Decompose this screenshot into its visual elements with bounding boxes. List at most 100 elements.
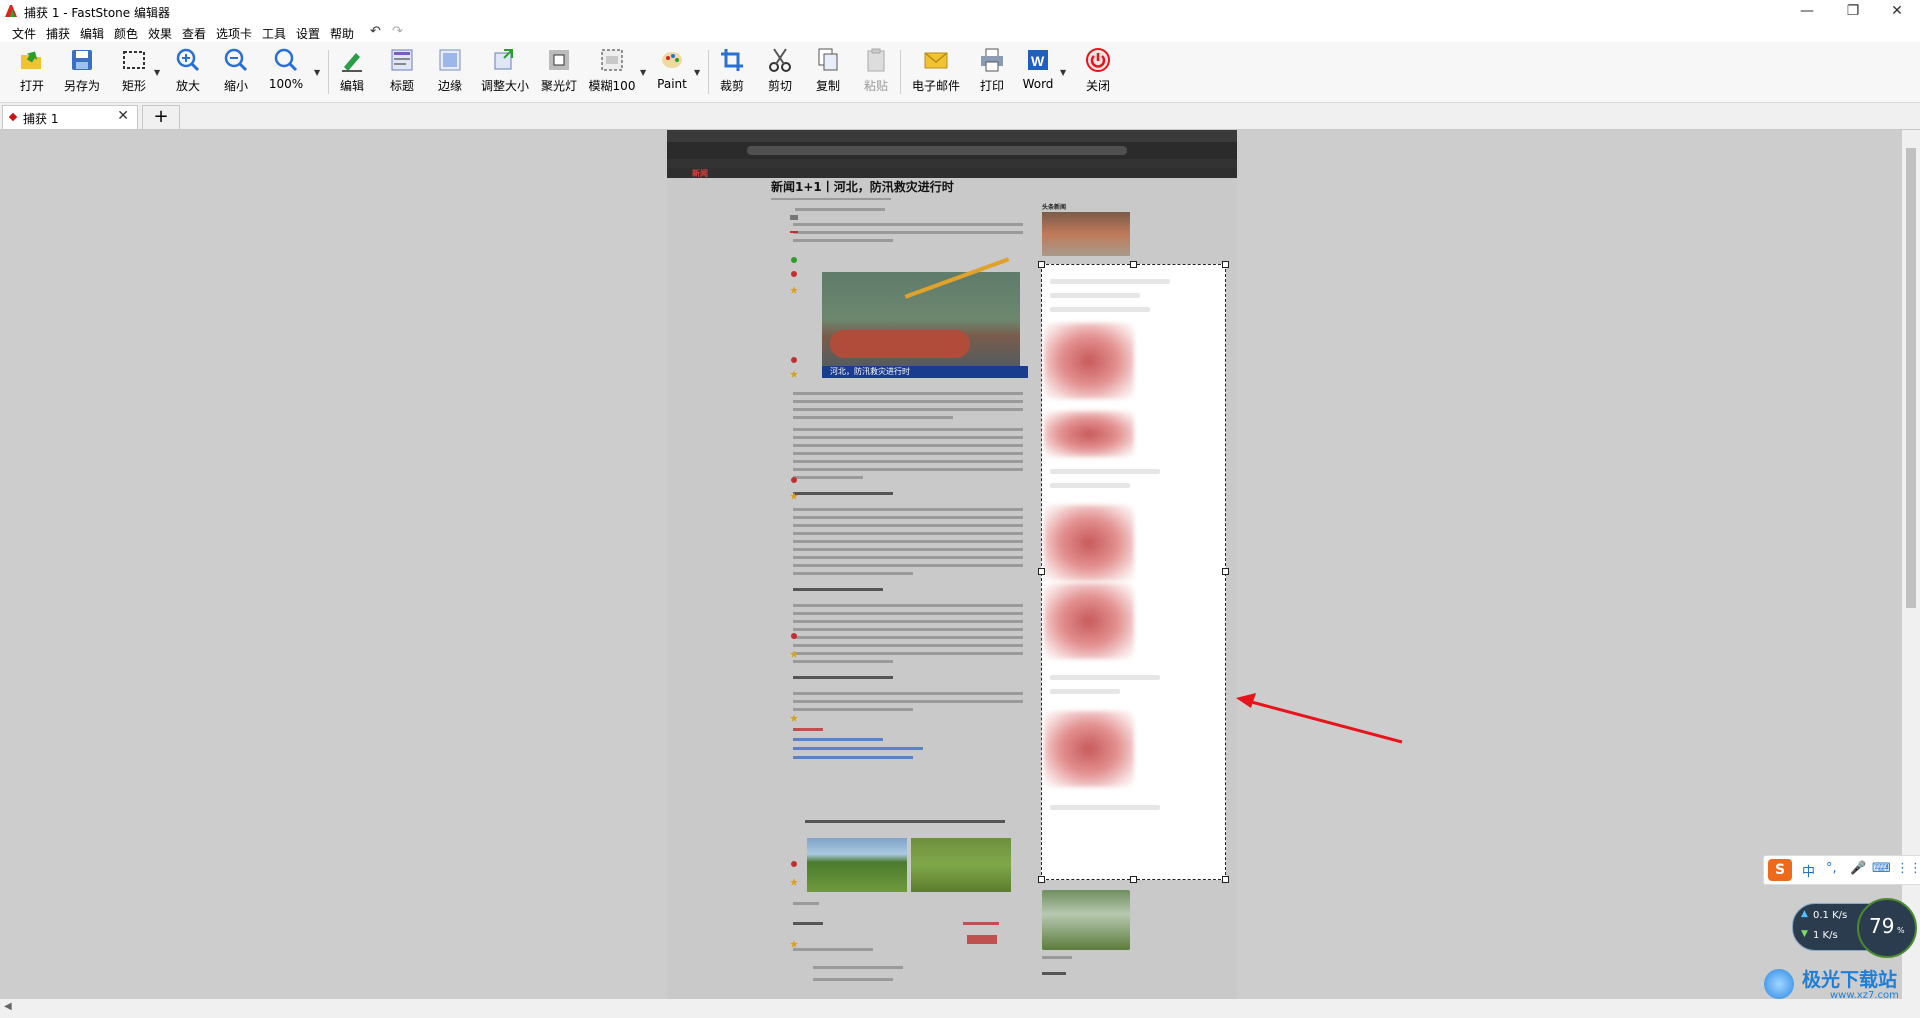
edit-icon [342, 53, 362, 72]
close-button[interactable]: 关闭 [1080, 45, 1116, 97]
email-icon [924, 52, 948, 69]
menu-effect[interactable]: 效果 [148, 25, 172, 42]
side-photo-bottom [1042, 890, 1130, 950]
weibo-icon [791, 477, 797, 483]
rectangle-button[interactable]: 矩形 [114, 45, 154, 97]
tab-capture-1[interactable]: 捕获 1 ✕ [2, 105, 138, 129]
rectangle-select-icon [123, 51, 145, 69]
paint-button[interactable]: Paint [654, 45, 690, 97]
photo-caption: 河北，防汛救灾进行时 [822, 366, 1028, 378]
ime-menu-icon[interactable]: ⋮⋮ [1896, 861, 1920, 876]
blurred-selection-area[interactable] [1041, 264, 1226, 880]
menu-color[interactable]: 颜色 [114, 25, 138, 42]
edge-button[interactable]: 边缘 [432, 45, 468, 97]
selection-handle-top[interactable] [1130, 261, 1137, 268]
menu-edit[interactable]: 编辑 [80, 25, 104, 42]
vertical-scroll-thumb[interactable] [1906, 148, 1916, 608]
resize-icon [494, 49, 513, 70]
copy-button[interactable]: 复制 [810, 45, 846, 97]
memory-usage-gauge[interactable]: 79 % [1857, 898, 1917, 958]
paste-button[interactable]: 粘贴 [858, 45, 894, 97]
site-nav [667, 168, 1237, 178]
word-button[interactable]: W Word [1020, 45, 1056, 97]
site-watermark: 极光下载站 www.xz7.com [1760, 963, 1920, 1003]
zoom-out-button[interactable]: 缩小 [218, 45, 254, 97]
selection-handle-top-right[interactable] [1222, 261, 1229, 268]
article-photo: 河北，防汛救灾进行时 [822, 257, 1028, 378]
browser-address-bar [747, 146, 1127, 155]
caption-button[interactable]: 标题 [384, 45, 420, 97]
blur-icon [601, 49, 623, 71]
menu-help[interactable]: 帮助 [330, 25, 354, 42]
blurred-image [1044, 583, 1134, 659]
copy-icon [818, 48, 838, 71]
star-icon [790, 370, 798, 378]
undo-icon[interactable]: ↶ [370, 24, 381, 39]
rectangle-dropdown-icon[interactable]: ▼ [154, 68, 160, 77]
ime-chinese-mode[interactable]: 中 [1802, 861, 1815, 880]
selection-handle-right[interactable] [1222, 568, 1229, 575]
comment-icon [790, 215, 798, 220]
selection-handle-bottom[interactable] [1130, 876, 1137, 883]
minimize-button[interactable]: — [1784, 0, 1830, 22]
new-tab-button[interactable]: + [142, 105, 180, 130]
download-arrow-icon: ▼ [1801, 929, 1808, 939]
ime-voice-icon[interactable]: 🎤 [1850, 861, 1866, 876]
crop-button[interactable]: 裁剪 [714, 45, 750, 97]
star-icon [790, 492, 798, 500]
menu-capture[interactable]: 捕获 [46, 25, 70, 42]
tab-close-button[interactable]: ✕ [117, 108, 129, 124]
toolbar: 打开 另存为 矩形 ▼ 放大 缩小 100% ▼ 编辑 标题 边缘 调整大小 聚… [0, 42, 1920, 103]
image-canvas[interactable]: 新闻 新闻1+1丨河北，防汛救灾进行时 河北，防汛救灾进行时 头条新闻 [0, 130, 1902, 999]
title-bar: 捕获 1 - FastStone 编辑器 — ❐ ✕ [0, 0, 1920, 22]
open-button[interactable]: 打开 [12, 45, 52, 97]
paint-dropdown-icon[interactable]: ▼ [694, 68, 700, 77]
watermark-url: www.xz7.com [1830, 990, 1899, 1001]
ime-keyboard-icon[interactable]: ⌨ [1872, 861, 1891, 876]
toolbar-separator [708, 50, 709, 94]
spotlight-button[interactable]: 聚光灯 [540, 45, 578, 97]
save-as-button[interactable]: 另存为 [60, 45, 104, 97]
star-icon [790, 940, 798, 948]
redo-icon[interactable]: ↷ [392, 24, 403, 39]
word-dropdown-icon[interactable]: ▼ [1060, 68, 1066, 77]
print-button[interactable]: 打印 [974, 45, 1010, 97]
paste-icon [867, 48, 885, 72]
site-logo: 新闻 [692, 169, 708, 178]
blur-button[interactable]: 模糊100 [588, 45, 636, 97]
save-icon [72, 50, 92, 70]
browser-tab-strip [667, 130, 1237, 142]
menu-view[interactable]: 查看 [182, 25, 206, 42]
menu-file[interactable]: 文件 [12, 25, 36, 42]
menu-settings[interactable]: 设置 [296, 25, 320, 42]
ime-punctuation[interactable]: °, [1826, 861, 1837, 876]
weibo-icon [791, 633, 797, 639]
blur-dropdown-icon[interactable]: ▼ [640, 68, 646, 77]
horizontal-scrollbar[interactable]: ◀ [0, 999, 1920, 1018]
word-icon: W [1028, 50, 1048, 70]
captured-image[interactable]: 新闻 新闻1+1丨河北，防汛救灾进行时 河北，防汛救灾进行时 头条新闻 [667, 130, 1237, 999]
selection-handle-bottom-right[interactable] [1222, 876, 1229, 883]
selection-handle-bottom-left[interactable] [1038, 876, 1045, 883]
menu-tabs[interactable]: 选项卡 [216, 25, 252, 42]
resize-button[interactable]: 调整大小 [480, 45, 530, 97]
zoom-in-button[interactable]: 放大 [170, 45, 206, 97]
menu-tools[interactable]: 工具 [262, 25, 286, 42]
selection-handle-top-left[interactable] [1038, 261, 1045, 268]
edit-button[interactable]: 编辑 [334, 45, 370, 97]
email-button[interactable]: 电子邮件 [906, 45, 966, 97]
usage-percent: 79 [1869, 914, 1895, 938]
zoom-dropdown-icon[interactable]: ▼ [314, 68, 320, 77]
selection-handle-left[interactable] [1038, 568, 1045, 575]
faststone-app-icon [5, 5, 17, 17]
scroll-left-arrow-icon[interactable]: ◀ [4, 1001, 12, 1012]
zoom-100-button[interactable]: 100% [266, 45, 306, 97]
related-photo [911, 838, 1011, 892]
ime-toolbar[interactable]: S 中 °, 🎤 ⌨ ⋮⋮ [1763, 855, 1920, 885]
close-window-button[interactable]: ✕ [1874, 0, 1920, 22]
cut-button[interactable]: 剪切 [762, 45, 798, 97]
maximize-button[interactable]: ❐ [1830, 0, 1876, 22]
weibo-icon [791, 357, 797, 363]
edge-icon [439, 49, 461, 71]
weibo-icon [791, 861, 797, 867]
